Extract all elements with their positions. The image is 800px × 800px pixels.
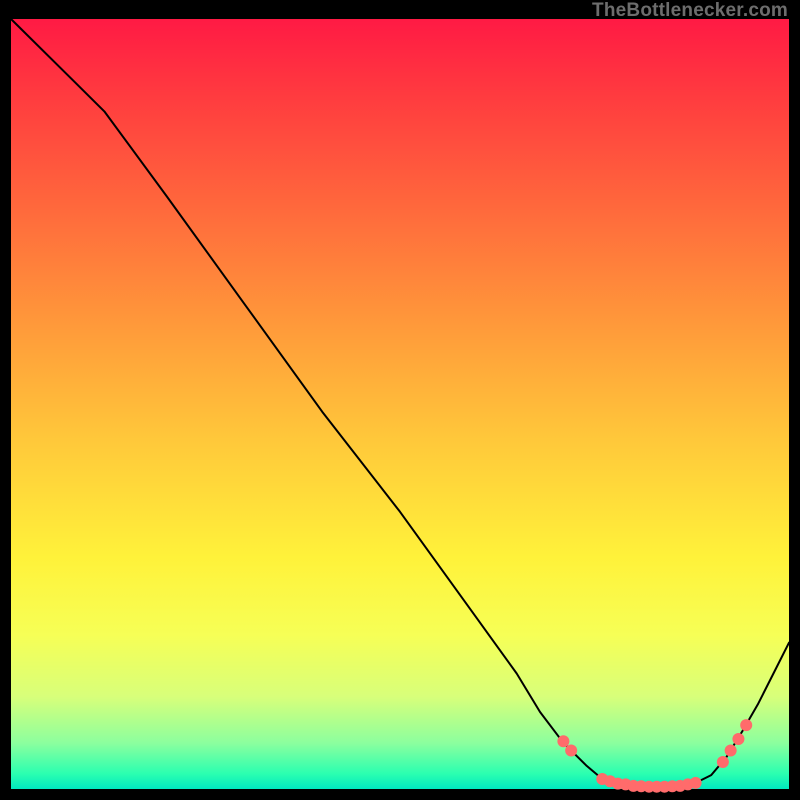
curve-marker: [690, 777, 702, 789]
curve-marker: [740, 719, 752, 731]
plot-area: [11, 19, 789, 789]
bottleneck-curve: [11, 19, 789, 789]
curve-path: [11, 19, 789, 787]
curve-marker: [717, 756, 729, 768]
curve-marker: [557, 735, 569, 747]
curve-marker: [732, 733, 744, 745]
curve-marker: [725, 745, 737, 757]
watermark-text: TheBottlenecker.com: [592, 0, 788, 22]
curve-marker: [565, 745, 577, 757]
chart-container: TheBottlenecker.com: [0, 0, 800, 800]
